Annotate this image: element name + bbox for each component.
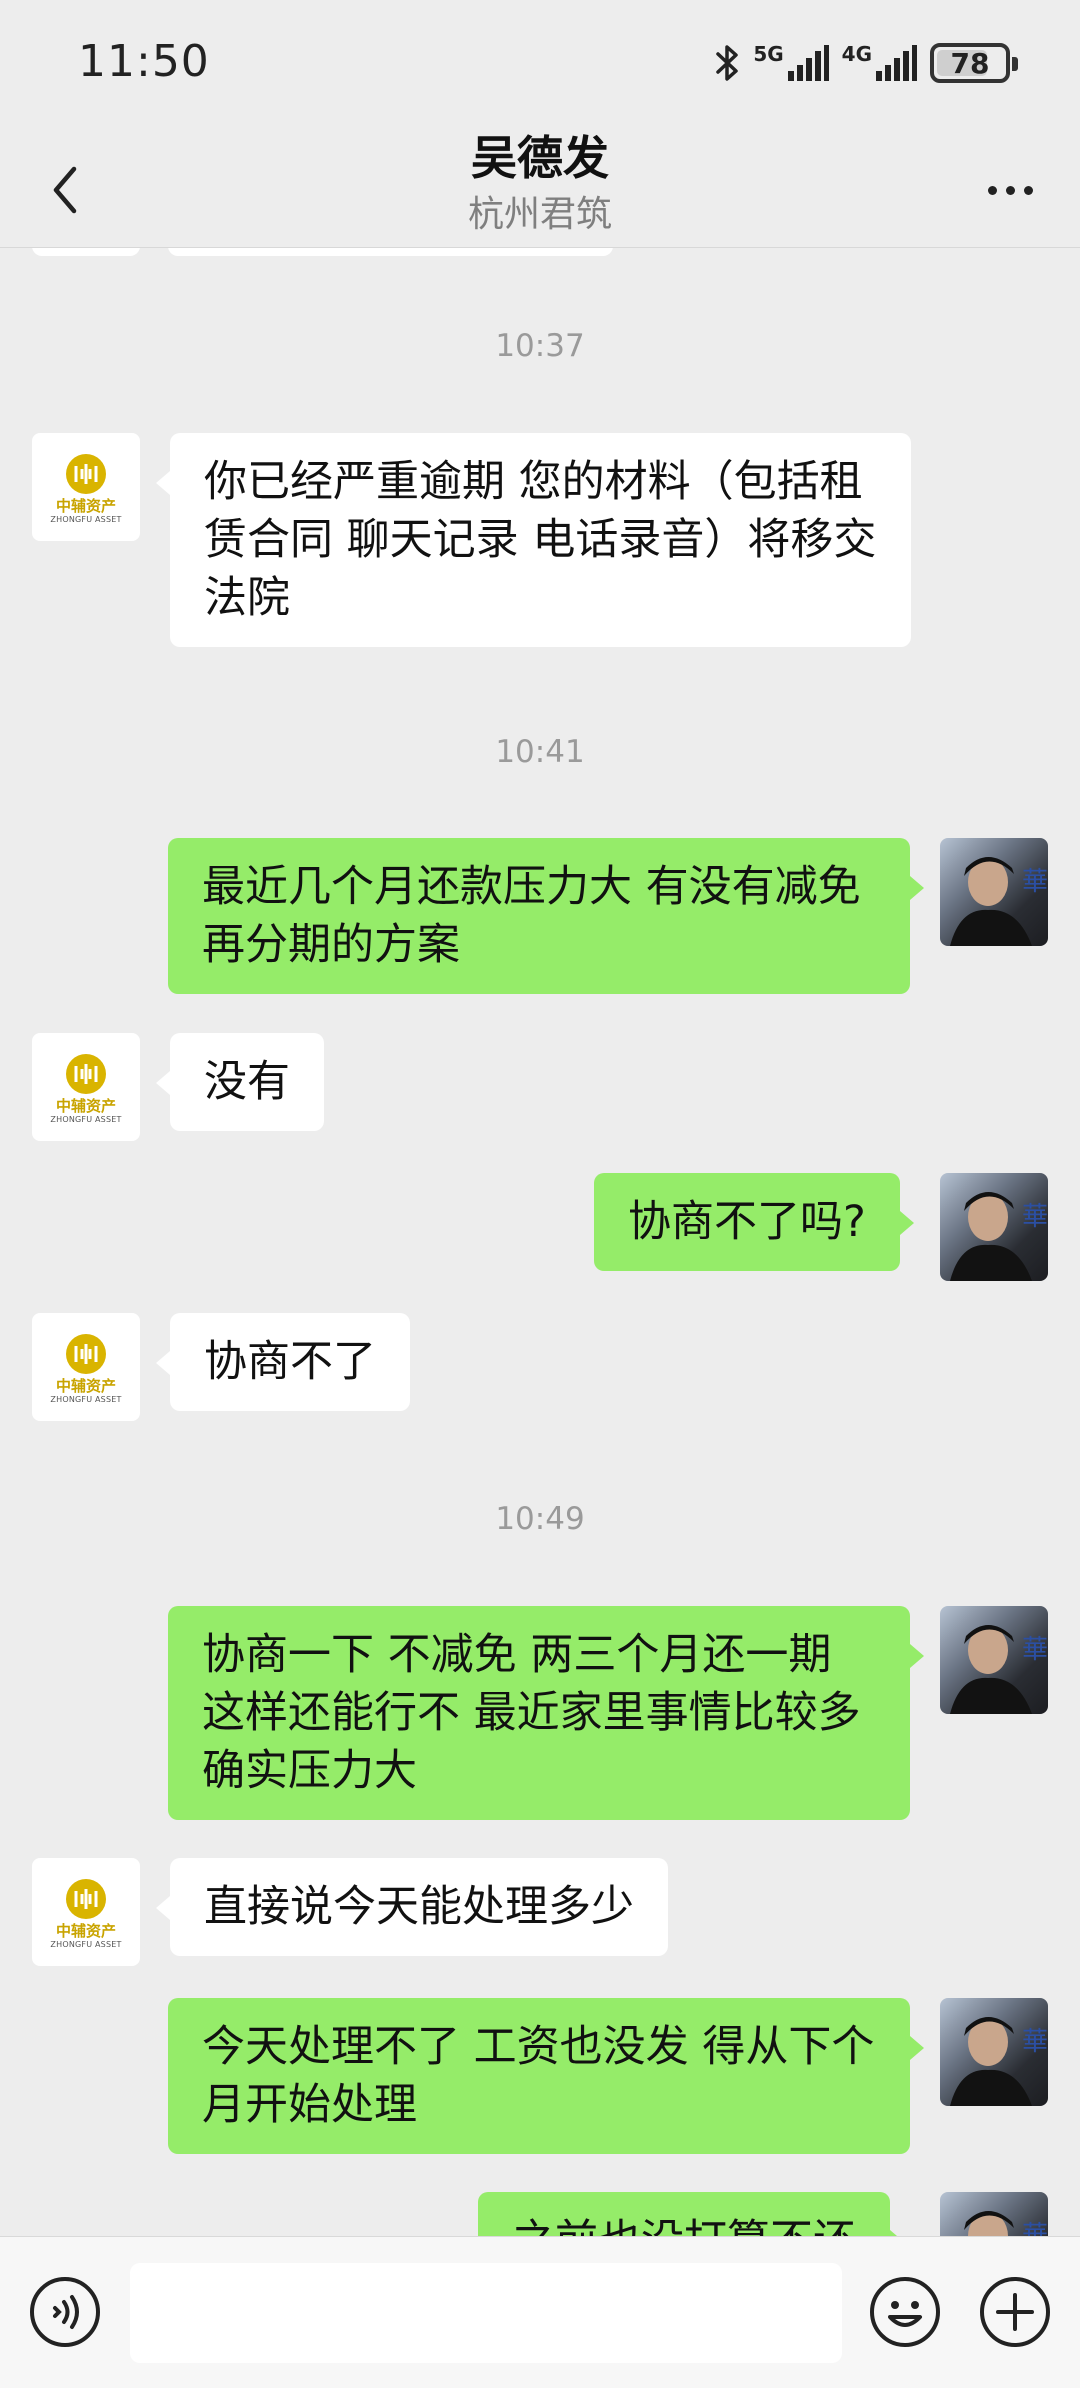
user-avatar[interactable]: 華 (940, 1173, 1048, 1281)
svg-text:華: 華 (1022, 2221, 1048, 2236)
logo-text-cn: 中辅资产 (55, 496, 116, 515)
timestamp: 10:41 (495, 734, 585, 770)
more-dot-icon (1005, 185, 1015, 195)
logo-text-en: ZHONGFU ASSET (50, 1939, 122, 1949)
chat-input-bar (0, 2236, 1080, 2388)
status-bar: 11:50 5G 4G 78 (0, 0, 1080, 130)
page-title: 吴德发 (471, 131, 609, 185)
contact-avatar[interactable]: 中辅资产 ZHONGFU ASSET (32, 1858, 140, 1966)
company-logo-icon (66, 1878, 106, 1919)
network-label-4g: 4G (841, 42, 872, 66)
user-photo-icon: 華 (950, 857, 1048, 946)
more-dot-icon (987, 185, 997, 195)
logo-text-en: ZHONGFU ASSET (50, 1114, 122, 1124)
timestamp: 10:49 (495, 1501, 585, 1537)
outgoing-message[interactable]: 协商一下 不减免 两三个月还一期 这样还能行不 最近家里事情比较多 确实压力大 (168, 1606, 924, 1820)
contact-avatar[interactable]: 中辅资产 ZHONGFU ASSET (32, 433, 140, 541)
message-input[interactable] (130, 2263, 842, 2363)
signal-4g-icon: 4G (842, 43, 918, 83)
svg-text:華: 華 (1022, 2027, 1048, 2057)
chat-header: 吴德发 杭州君筑 (0, 130, 1080, 248)
logo-text-cn: 中辅资产 (55, 1376, 116, 1395)
outgoing-message[interactable]: 之前也没打算不还 (478, 2192, 904, 2236)
outgoing-message[interactable]: 协商不了吗? (594, 1173, 914, 1271)
battery-level: 78 (950, 46, 990, 80)
svg-text:華: 華 (1022, 1202, 1048, 1232)
incoming-message[interactable]: 直接说今天能处理多少 (156, 1858, 668, 1956)
company-logo-icon (66, 1053, 106, 1094)
emoji-icon (870, 2277, 940, 2347)
incoming-message[interactable]: 你已经严重逾期 您的材料（包括租赁合同 聊天记录 电话录音）将移交法院 (156, 433, 911, 647)
user-avatar[interactable]: 華 (940, 1998, 1048, 2106)
svg-text:華: 華 (1022, 1635, 1048, 1665)
timestamp: 10:37 (495, 328, 585, 364)
contact-avatar[interactable]: 中辅资产 ZHONGFU ASSET (32, 1313, 140, 1421)
plus-button[interactable] (978, 2275, 1052, 2349)
contact-avatar[interactable]: 中辅资产 ZHONGFU ASSET (32, 1033, 140, 1141)
user-photo-icon: 華 (964, 2211, 1048, 2236)
user-avatar[interactable]: 華 (940, 838, 1048, 946)
cutoff-message-bubble (168, 248, 613, 256)
user-avatar[interactable]: 華 (940, 1606, 1048, 1714)
logo-text-cn: 中辅资产 (55, 1921, 116, 1940)
emoji-button[interactable] (868, 2275, 942, 2349)
chat-message-list[interactable]: 10:37 中辅资产 ZHONGFU ASSET 你已经严重逾期 您的材料（包括… (0, 248, 1080, 2236)
svg-text:華: 華 (1022, 867, 1048, 897)
user-photo-icon: 華 (950, 1192, 1048, 1281)
bluetooth-icon (715, 43, 741, 83)
logo-text-cn: 中辅资产 (55, 1096, 116, 1115)
logo-text-en: ZHONGFU ASSET (50, 514, 122, 524)
status-icons: 5G 4G 78 (715, 38, 1018, 88)
incoming-message[interactable]: 没有 (156, 1033, 324, 1131)
user-photo-icon: 華 (950, 2017, 1048, 2106)
voice-button[interactable] (28, 2275, 102, 2349)
more-dot-icon (1023, 185, 1033, 195)
user-photo-icon: 華 (950, 1625, 1048, 1714)
voice-icon (30, 2277, 100, 2347)
cutoff-avatar (32, 248, 140, 256)
user-avatar[interactable]: 華 (940, 2192, 1048, 2236)
battery-icon: 78 (930, 43, 1018, 83)
outgoing-message[interactable]: 最近几个月还款压力大 有没有减免再分期的方案 (168, 838, 924, 994)
logo-text-en: ZHONGFU ASSET (50, 1394, 122, 1404)
incoming-message[interactable]: 协商不了 (156, 1313, 410, 1411)
more-button[interactable] (970, 160, 1050, 220)
network-label-5g: 5G (753, 42, 784, 66)
page-subtitle: 杭州君筑 (467, 194, 612, 235)
signal-5g-icon: 5G (753, 43, 829, 83)
company-logo-icon (66, 453, 106, 494)
outgoing-message[interactable]: 今天处理不了 工资也没发 得从下个月开始处理 (168, 1998, 924, 2154)
company-logo-icon (66, 1333, 106, 1374)
plus-icon (980, 2277, 1050, 2347)
header-title-group: 吴德发 杭州君筑 (0, 130, 1080, 238)
status-time: 11:50 (78, 36, 210, 87)
